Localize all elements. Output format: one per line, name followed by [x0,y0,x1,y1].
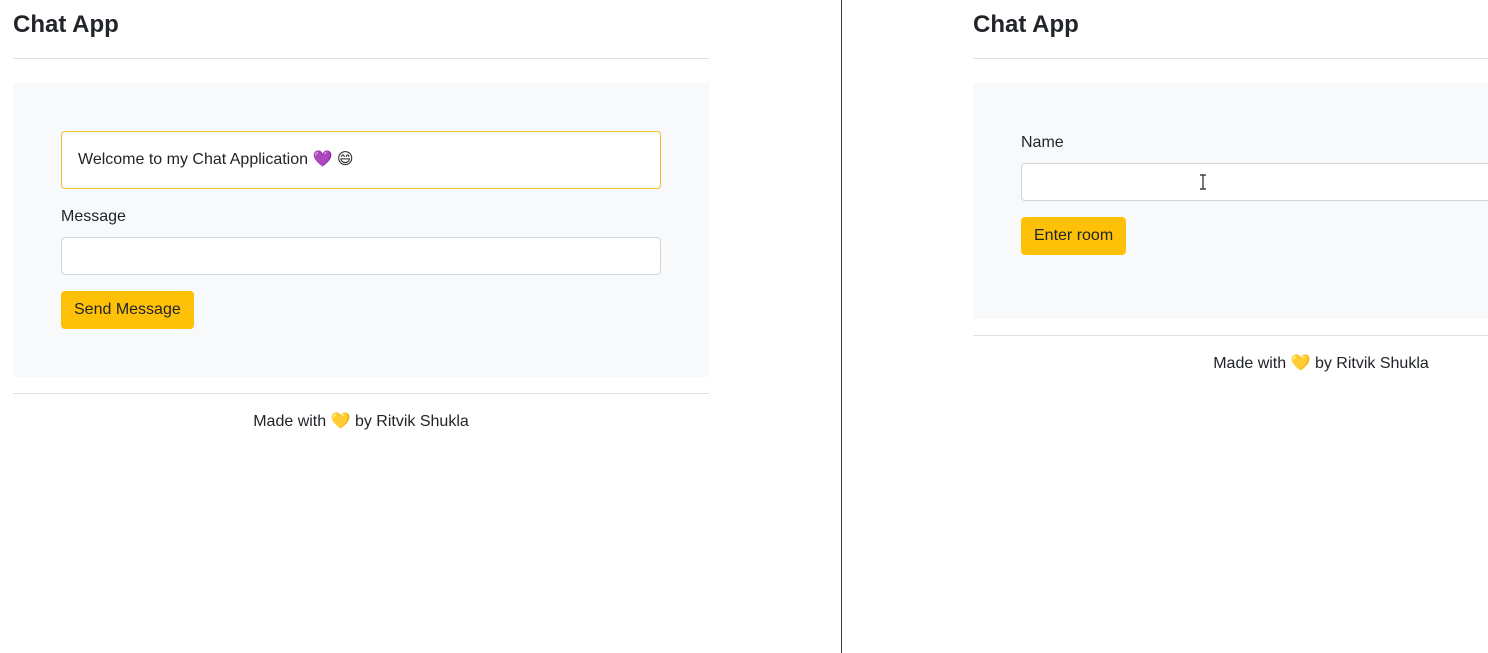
name-input[interactable] [1021,163,1488,201]
footer-credit: Made with 💛 by Ritvik Shukla [253,413,469,430]
footer-divider [13,393,709,394]
name-label: Name [1021,134,1064,151]
welcome-alert: Welcome to my Chat Application 💜 😄 [61,131,661,189]
chat-room-view: Chat App Welcome to my Chat Application … [0,0,841,653]
message-input[interactable] [61,237,661,275]
footer-credit: Made with 💛 by Ritvik Shukla [1213,355,1429,372]
app-title: Chat App [973,11,1079,38]
enter-room-view: Chat App Name Enter room Made with 💛 by … [842,0,1488,653]
message-label: Message [61,208,126,225]
welcome-text: Welcome to my Chat Application 💜 😄 [78,151,354,168]
login-panel: Name Enter room [973,83,1488,319]
chat-panel: Welcome to my Chat Application 💜 😄 Messa… [13,83,709,377]
app-title: Chat App [13,11,119,38]
footer-divider [973,335,1488,336]
header-divider [13,58,709,59]
text-cursor-icon [1200,174,1206,190]
send-message-button[interactable]: Send Message [61,291,194,329]
header-divider [973,58,1488,59]
enter-room-button[interactable]: Enter room [1021,217,1127,255]
